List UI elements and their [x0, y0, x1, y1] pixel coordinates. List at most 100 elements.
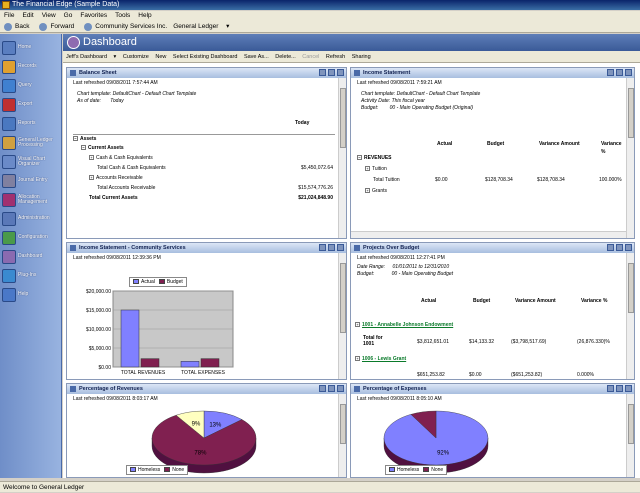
collapse-icon[interactable]: −: [73, 136, 78, 142]
print-icon[interactable]: [607, 244, 614, 251]
sidebar-item-home[interactable]: Home: [2, 38, 60, 58]
horizontal-scrollbar[interactable]: [351, 231, 626, 238]
bar-chart: $20,000.00 $15,000.00 $10,000.00 $5,000.00 $…: [86, 289, 234, 376]
row-label: Total Accounts Receivable: [97, 185, 156, 191]
expand-icon[interactable]: +: [355, 356, 360, 362]
sharing-button[interactable]: Sharing: [352, 54, 371, 60]
bar-budget: [140, 358, 160, 368]
panel-icon: [70, 245, 76, 251]
print-icon[interactable]: [319, 385, 326, 392]
menu-edit[interactable]: Edit: [22, 12, 33, 19]
visual-chart-organizer-icon: [2, 155, 16, 169]
sidebar-item-label: Records: [18, 63, 37, 70]
menu-help[interactable]: Help: [138, 12, 151, 19]
maximize-icon[interactable]: [337, 244, 344, 251]
maximize-icon[interactable]: [625, 244, 632, 251]
collapse-icon[interactable]: −: [81, 145, 86, 151]
print-icon[interactable]: [607, 69, 614, 76]
column-header: Variance Amount: [539, 141, 580, 147]
menu-view[interactable]: View: [42, 12, 56, 19]
legend-swatch: [164, 467, 171, 473]
forward-button[interactable]: Forward: [50, 21, 74, 33]
delete-button[interactable]: Delete...: [275, 54, 295, 60]
menu-favorites[interactable]: Favorites: [80, 12, 107, 19]
budget-value: 00 - Main Operating Budget: [391, 271, 454, 277]
sidebar-item-help[interactable]: Help: [2, 285, 60, 305]
slice-label: 92%: [437, 450, 450, 456]
maximize-icon[interactable]: [625, 385, 632, 392]
budget-value: 00 - Main Operating Budget (Original): [389, 105, 474, 111]
forward-arrow-icon[interactable]: [39, 22, 48, 31]
back-arrow-icon[interactable]: [4, 22, 12, 31]
sidebar-item-journal-entry[interactable]: Journal Entry: [2, 171, 60, 191]
print-icon[interactable]: [607, 385, 614, 392]
sidebar-item-configuration[interactable]: Configuration: [2, 228, 60, 248]
collapse-icon[interactable]: −: [357, 155, 362, 161]
expand-icon[interactable]: +: [365, 188, 370, 194]
sidebar-item-visual-chart-organizer[interactable]: Visual Chart Organizer: [2, 152, 60, 172]
sidebar-item-records[interactable]: Records: [2, 57, 60, 77]
query-icon: [2, 79, 16, 93]
expand-icon[interactable]: +: [355, 322, 360, 328]
row-value: $15,574,776.26: [298, 185, 333, 191]
refresh-icon[interactable]: [616, 244, 623, 251]
maximize-icon[interactable]: [337, 69, 344, 76]
column-header: Variance %: [581, 298, 608, 304]
dashboard-select[interactable]: Jeff's Dashboard ▾: [66, 54, 116, 60]
column-header: Budget: [473, 298, 491, 304]
expand-icon[interactable]: +: [89, 155, 94, 161]
sidebar-item-allocation-management[interactable]: Allocation Management: [2, 190, 60, 210]
legend-item: Homeless: [130, 467, 160, 473]
print-icon[interactable]: [319, 69, 326, 76]
refresh-icon[interactable]: [328, 385, 335, 392]
menu-tools[interactable]: Tools: [115, 12, 130, 19]
refresh-icon[interactable]: [616, 69, 623, 76]
select-dashboard-button[interactable]: Select Existing Dashboard: [173, 54, 238, 60]
maximize-icon[interactable]: [625, 69, 632, 76]
vertical-scrollbar[interactable]: [626, 78, 634, 238]
save-as-button[interactable]: Save As...: [244, 54, 269, 60]
activity-label: Activity Date:: [361, 98, 391, 104]
maximize-icon[interactable]: [337, 385, 344, 392]
sidebar-item-query[interactable]: Query: [2, 76, 60, 96]
sidebar-item-export[interactable]: Export: [2, 95, 60, 115]
new-button[interactable]: New: [155, 54, 166, 60]
refresh-icon[interactable]: [328, 69, 335, 76]
table-row: − REVENUES: [357, 154, 627, 162]
sidebar-item-label: Visual Chart Organizer: [18, 155, 46, 167]
refresh-icon[interactable]: [616, 385, 623, 392]
print-icon[interactable]: [319, 244, 326, 251]
vertical-scrollbar[interactable]: [338, 394, 346, 477]
cancel-button[interactable]: Cancel: [302, 54, 319, 60]
budget-label: Budget:: [361, 105, 379, 111]
refresh-icon[interactable]: [328, 244, 335, 251]
dashboard-select-label: Jeff's Dashboard: [66, 54, 108, 60]
org-name[interactable]: Community Services Inc.: [95, 21, 167, 33]
menu-go[interactable]: Go: [64, 12, 73, 19]
back-button[interactable]: Back: [15, 21, 29, 33]
expand-icon[interactable]: +: [365, 166, 370, 172]
row-label: Accounts Receivable: [96, 175, 143, 181]
allocation-management-icon: [2, 193, 16, 207]
income-community-panel: Income Statement - Community Services La…: [66, 242, 347, 380]
section-dropdown[interactable]: General Ledger ▾: [173, 21, 229, 33]
sidebar-item-reports[interactable]: Reports: [2, 114, 60, 134]
vertical-scrollbar[interactable]: [626, 253, 634, 379]
project-link[interactable]: 1001 - Annabelle Johnson Endowment: [362, 322, 453, 328]
sidebar-item-dashboard[interactable]: Dashboard: [2, 247, 60, 267]
customize-button[interactable]: Customize: [123, 54, 149, 60]
table-row: − Current Assets: [73, 144, 335, 152]
refresh-button[interactable]: Refresh: [326, 54, 345, 60]
sidebar-item-plug-ins[interactable]: Plug-Ins: [2, 266, 60, 286]
slice-label: 9%: [192, 422, 201, 428]
refreshed-text: Last refreshed 09/08/2011 7:59:21 AM: [357, 80, 442, 86]
sidebar-item-administration[interactable]: Administration: [2, 209, 60, 229]
menu-file[interactable]: File: [4, 12, 14, 19]
sidebar-item-general-ledger-processing[interactable]: General Ledger Processing: [2, 133, 60, 153]
vertical-scrollbar[interactable]: [626, 394, 634, 477]
vertical-scrollbar[interactable]: [338, 253, 346, 379]
project-row: +1006 - Lewis Grant: [355, 355, 625, 363]
project-link[interactable]: 1006 - Lewis Grant: [362, 356, 406, 362]
vertical-scrollbar[interactable]: [338, 78, 346, 238]
expand-icon[interactable]: +: [89, 175, 94, 181]
